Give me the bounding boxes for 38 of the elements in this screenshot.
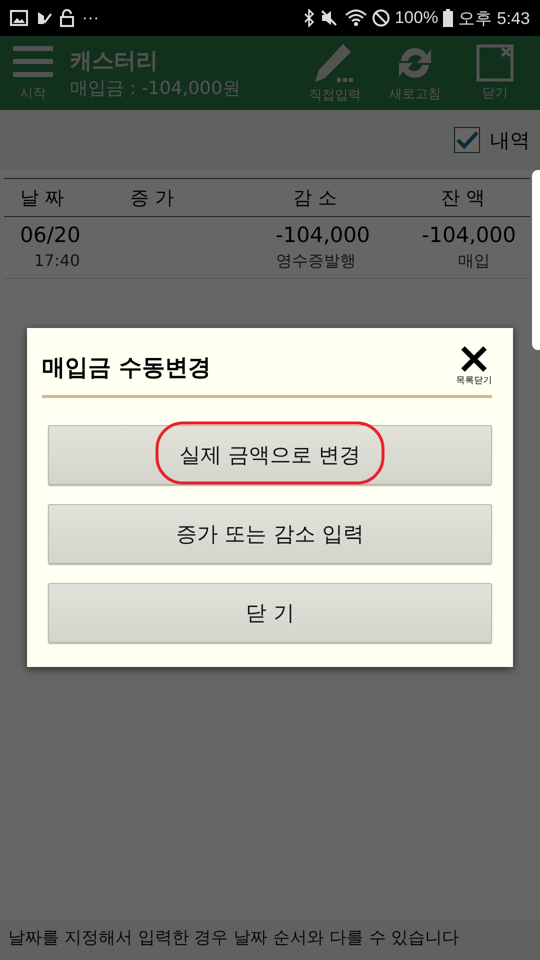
detail-checkbox[interactable]: 내역 (454, 126, 530, 154)
direct-input-button[interactable]: 직접입력 (298, 42, 372, 104)
bluetooth-icon (302, 9, 315, 27)
table-cell-text: 06/20 (19, 223, 82, 247)
menu-button[interactable]: 시작 (8, 44, 58, 102)
image-icon (10, 10, 28, 26)
close-button[interactable]: 닫기 (458, 44, 532, 102)
battery-percent: 100% (394, 8, 438, 28)
check-icon (36, 10, 52, 26)
refresh-button[interactable]: 새로고침 (378, 43, 452, 103)
wifi-icon (344, 9, 367, 27)
clock: 오후 5:43 (458, 8, 530, 30)
column-header: 감 소 (292, 186, 338, 210)
balance-subtitle: 매입금 : -104,000원 (70, 77, 242, 100)
blocked-icon (372, 9, 390, 27)
close-icon (460, 346, 488, 372)
column-header: 날 짜 (19, 186, 66, 210)
checkmark-icon (455, 129, 479, 151)
footer-note: 날짜를 지정해서 입력한 경우 날짜 순서와 다를 수 있습니다 (0, 920, 540, 960)
dialog-button[interactable]: 증가 또는 감소 입력 (48, 504, 492, 564)
table-cell-text: 영수증발행 (274, 251, 356, 272)
close-window-icon (476, 44, 514, 82)
scroll-tab[interactable] (532, 170, 540, 350)
table-cell-text: 17:40 (33, 251, 82, 272)
battery-icon (443, 9, 454, 27)
table-cell-text: -104,000 (420, 223, 516, 247)
app-title: 캐스터리 (70, 48, 159, 76)
table-cell-text: 매입 (456, 251, 491, 272)
lock-icon (60, 9, 74, 27)
column-header: 잔 액 (440, 186, 486, 210)
dialog-button[interactable]: 실제 금액으로 변경 (48, 425, 492, 485)
more-indicator: ··· (82, 8, 99, 28)
column-header: 증 가 (130, 186, 176, 210)
menu-icon (13, 44, 53, 80)
dialog-title: 매입금 수동변경 (42, 354, 212, 383)
close-list-button[interactable]: 목록닫기 (456, 346, 492, 387)
dialog-button[interactable]: 닫 기 (48, 583, 492, 643)
table-cell-text: -104,000 (274, 223, 370, 247)
